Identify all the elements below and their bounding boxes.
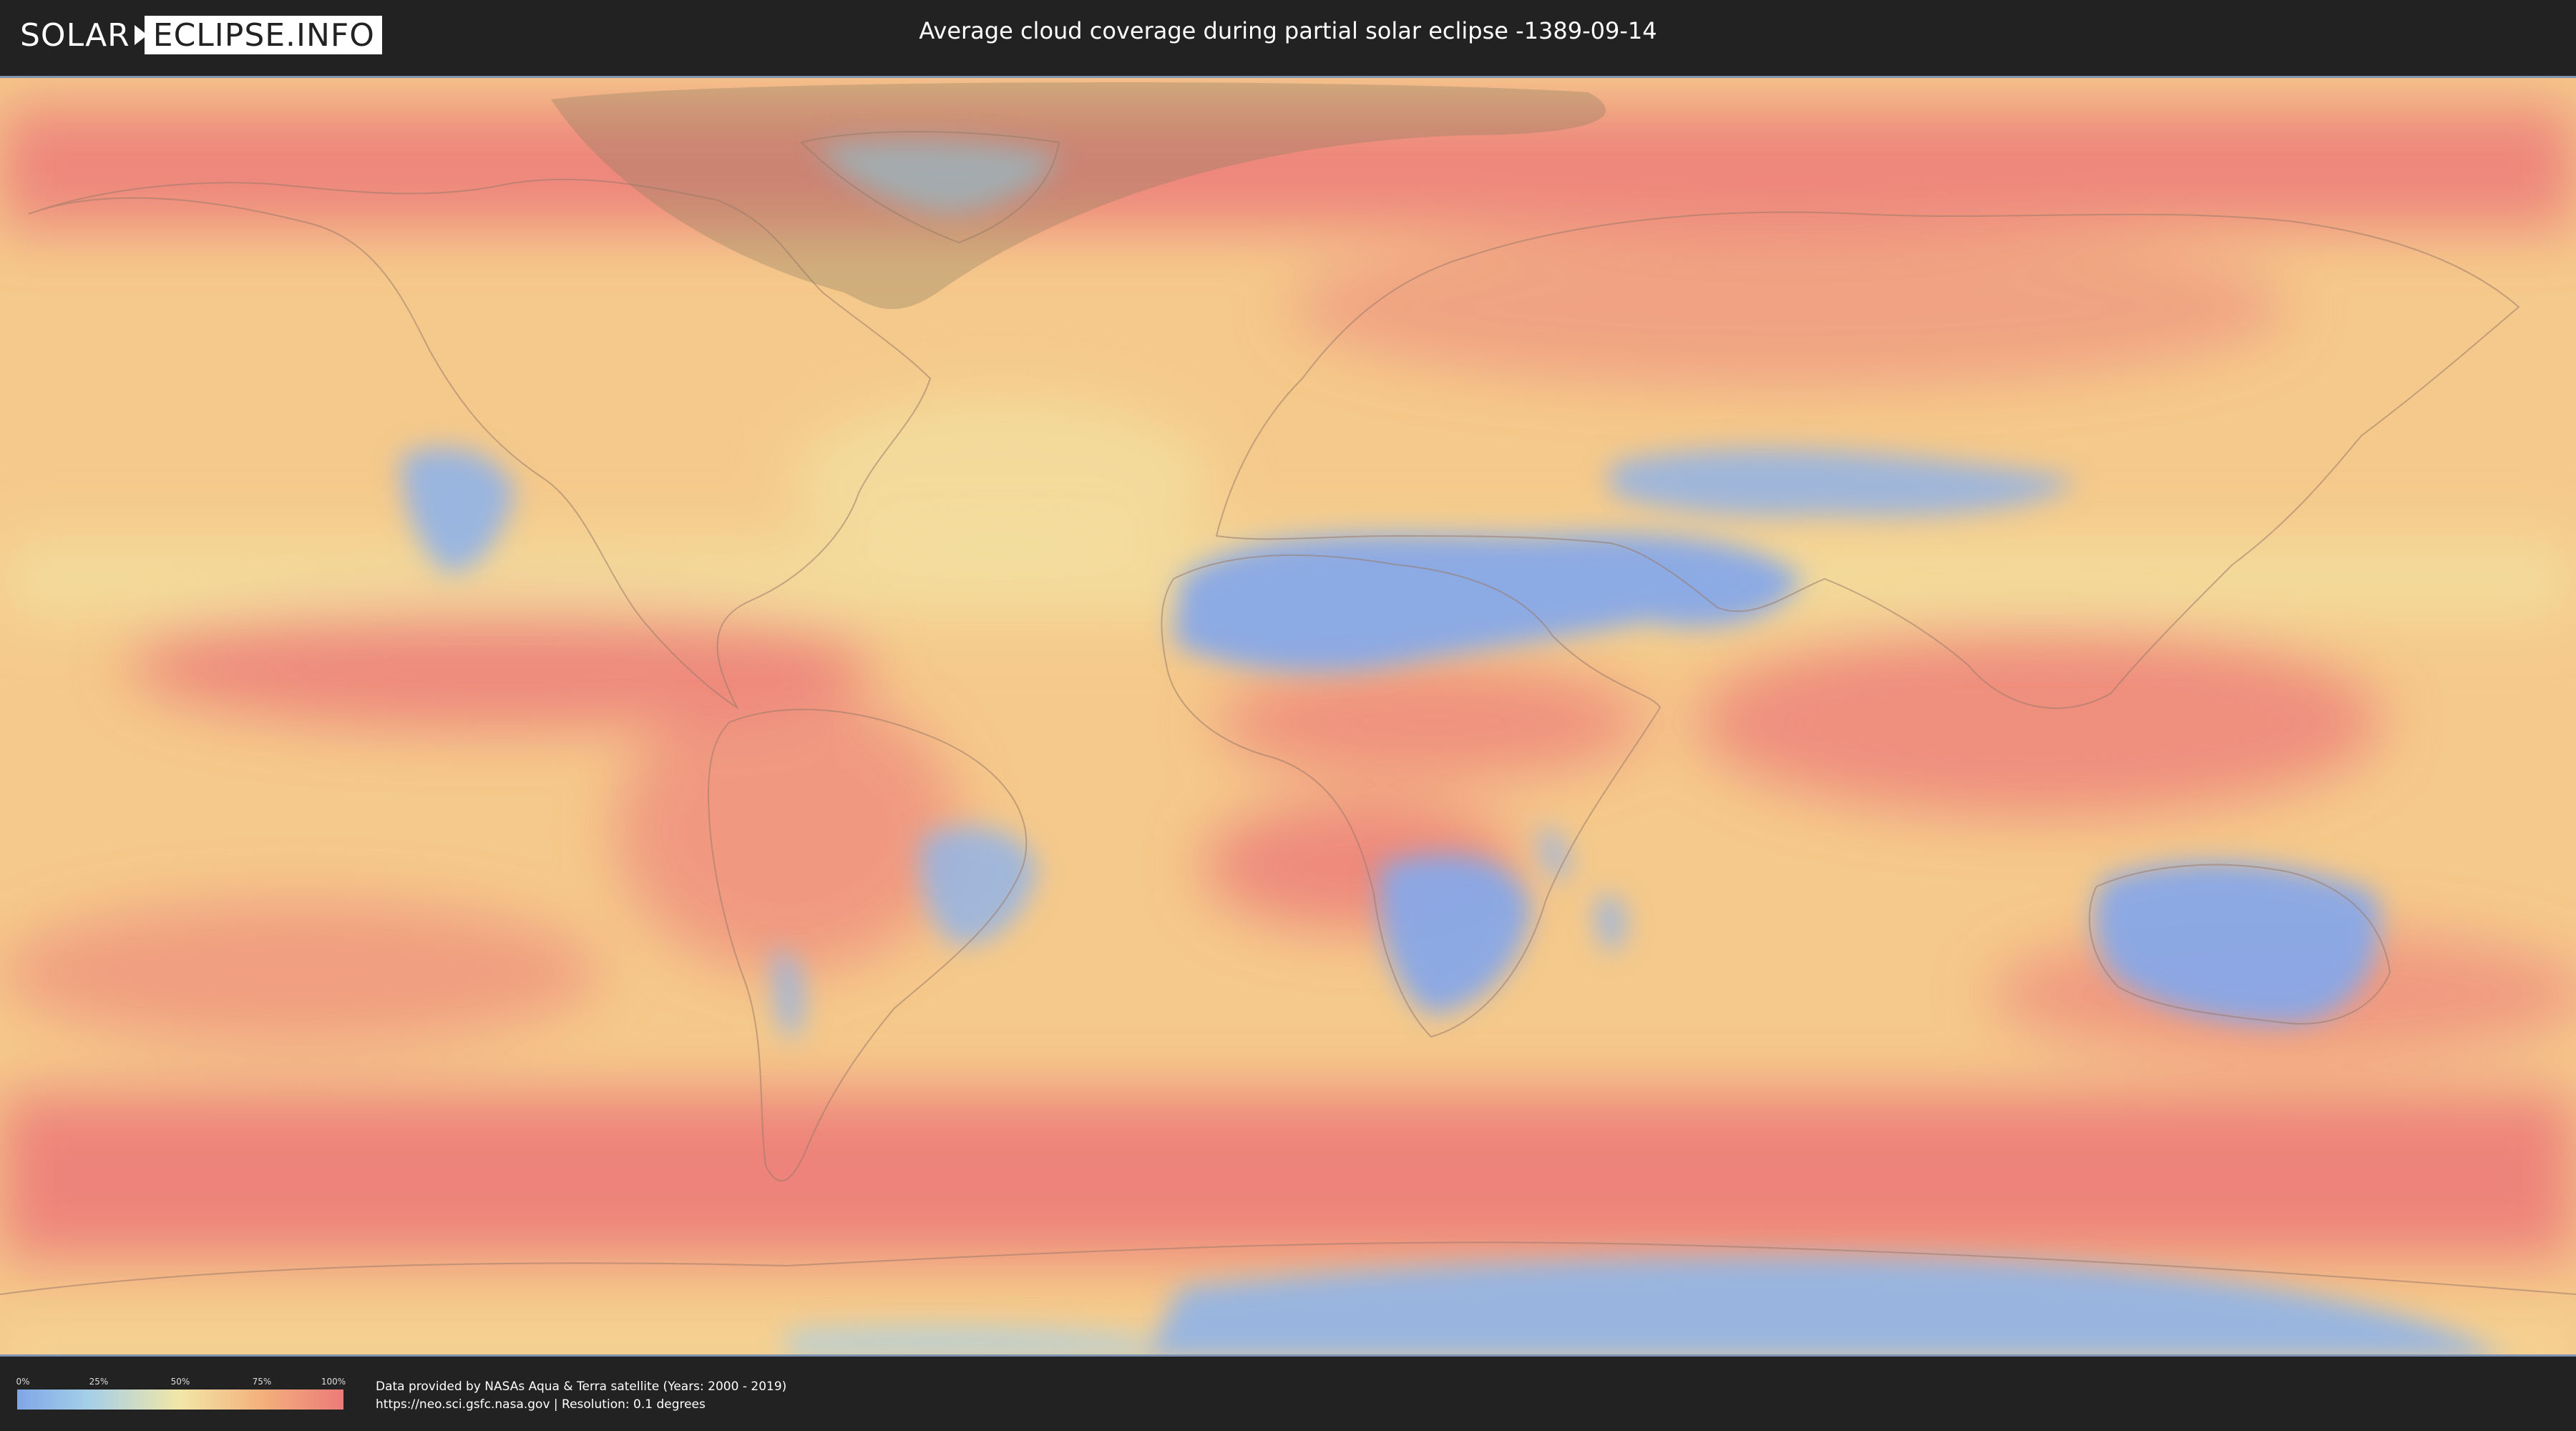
logo-arrow-icon [134, 25, 147, 45]
legend-ticks: 0% 25% 50% 75% 100% [16, 1377, 346, 1388]
legend-tick: 100% [321, 1377, 346, 1387]
page-title: Average cloud coverage during partial so… [919, 17, 1657, 44]
legend-tick: 50% [170, 1377, 190, 1387]
legend-gradient-bar [17, 1390, 343, 1410]
legend-tick: 25% [89, 1377, 109, 1387]
color-legend: 0% 25% 50% 75% 100% [16, 1377, 346, 1410]
map-svg [0, 78, 2576, 1354]
data-credits: Data provided by NASAs Aqua & Terra sate… [376, 1378, 786, 1414]
credits-line-2[interactable]: https://neo.sci.gsfc.nasa.gov | Resoluti… [376, 1396, 786, 1414]
top-bar: SOLAR ECLIPSE.INFO Average cloud coverag… [0, 0, 2576, 73]
legend-tick: 75% [252, 1377, 272, 1387]
cloud-coverage-map [0, 76, 2576, 1357]
credits-line-1: Data provided by NASAs Aqua & Terra sate… [376, 1379, 787, 1394]
legend-tick: 0% [16, 1377, 30, 1387]
